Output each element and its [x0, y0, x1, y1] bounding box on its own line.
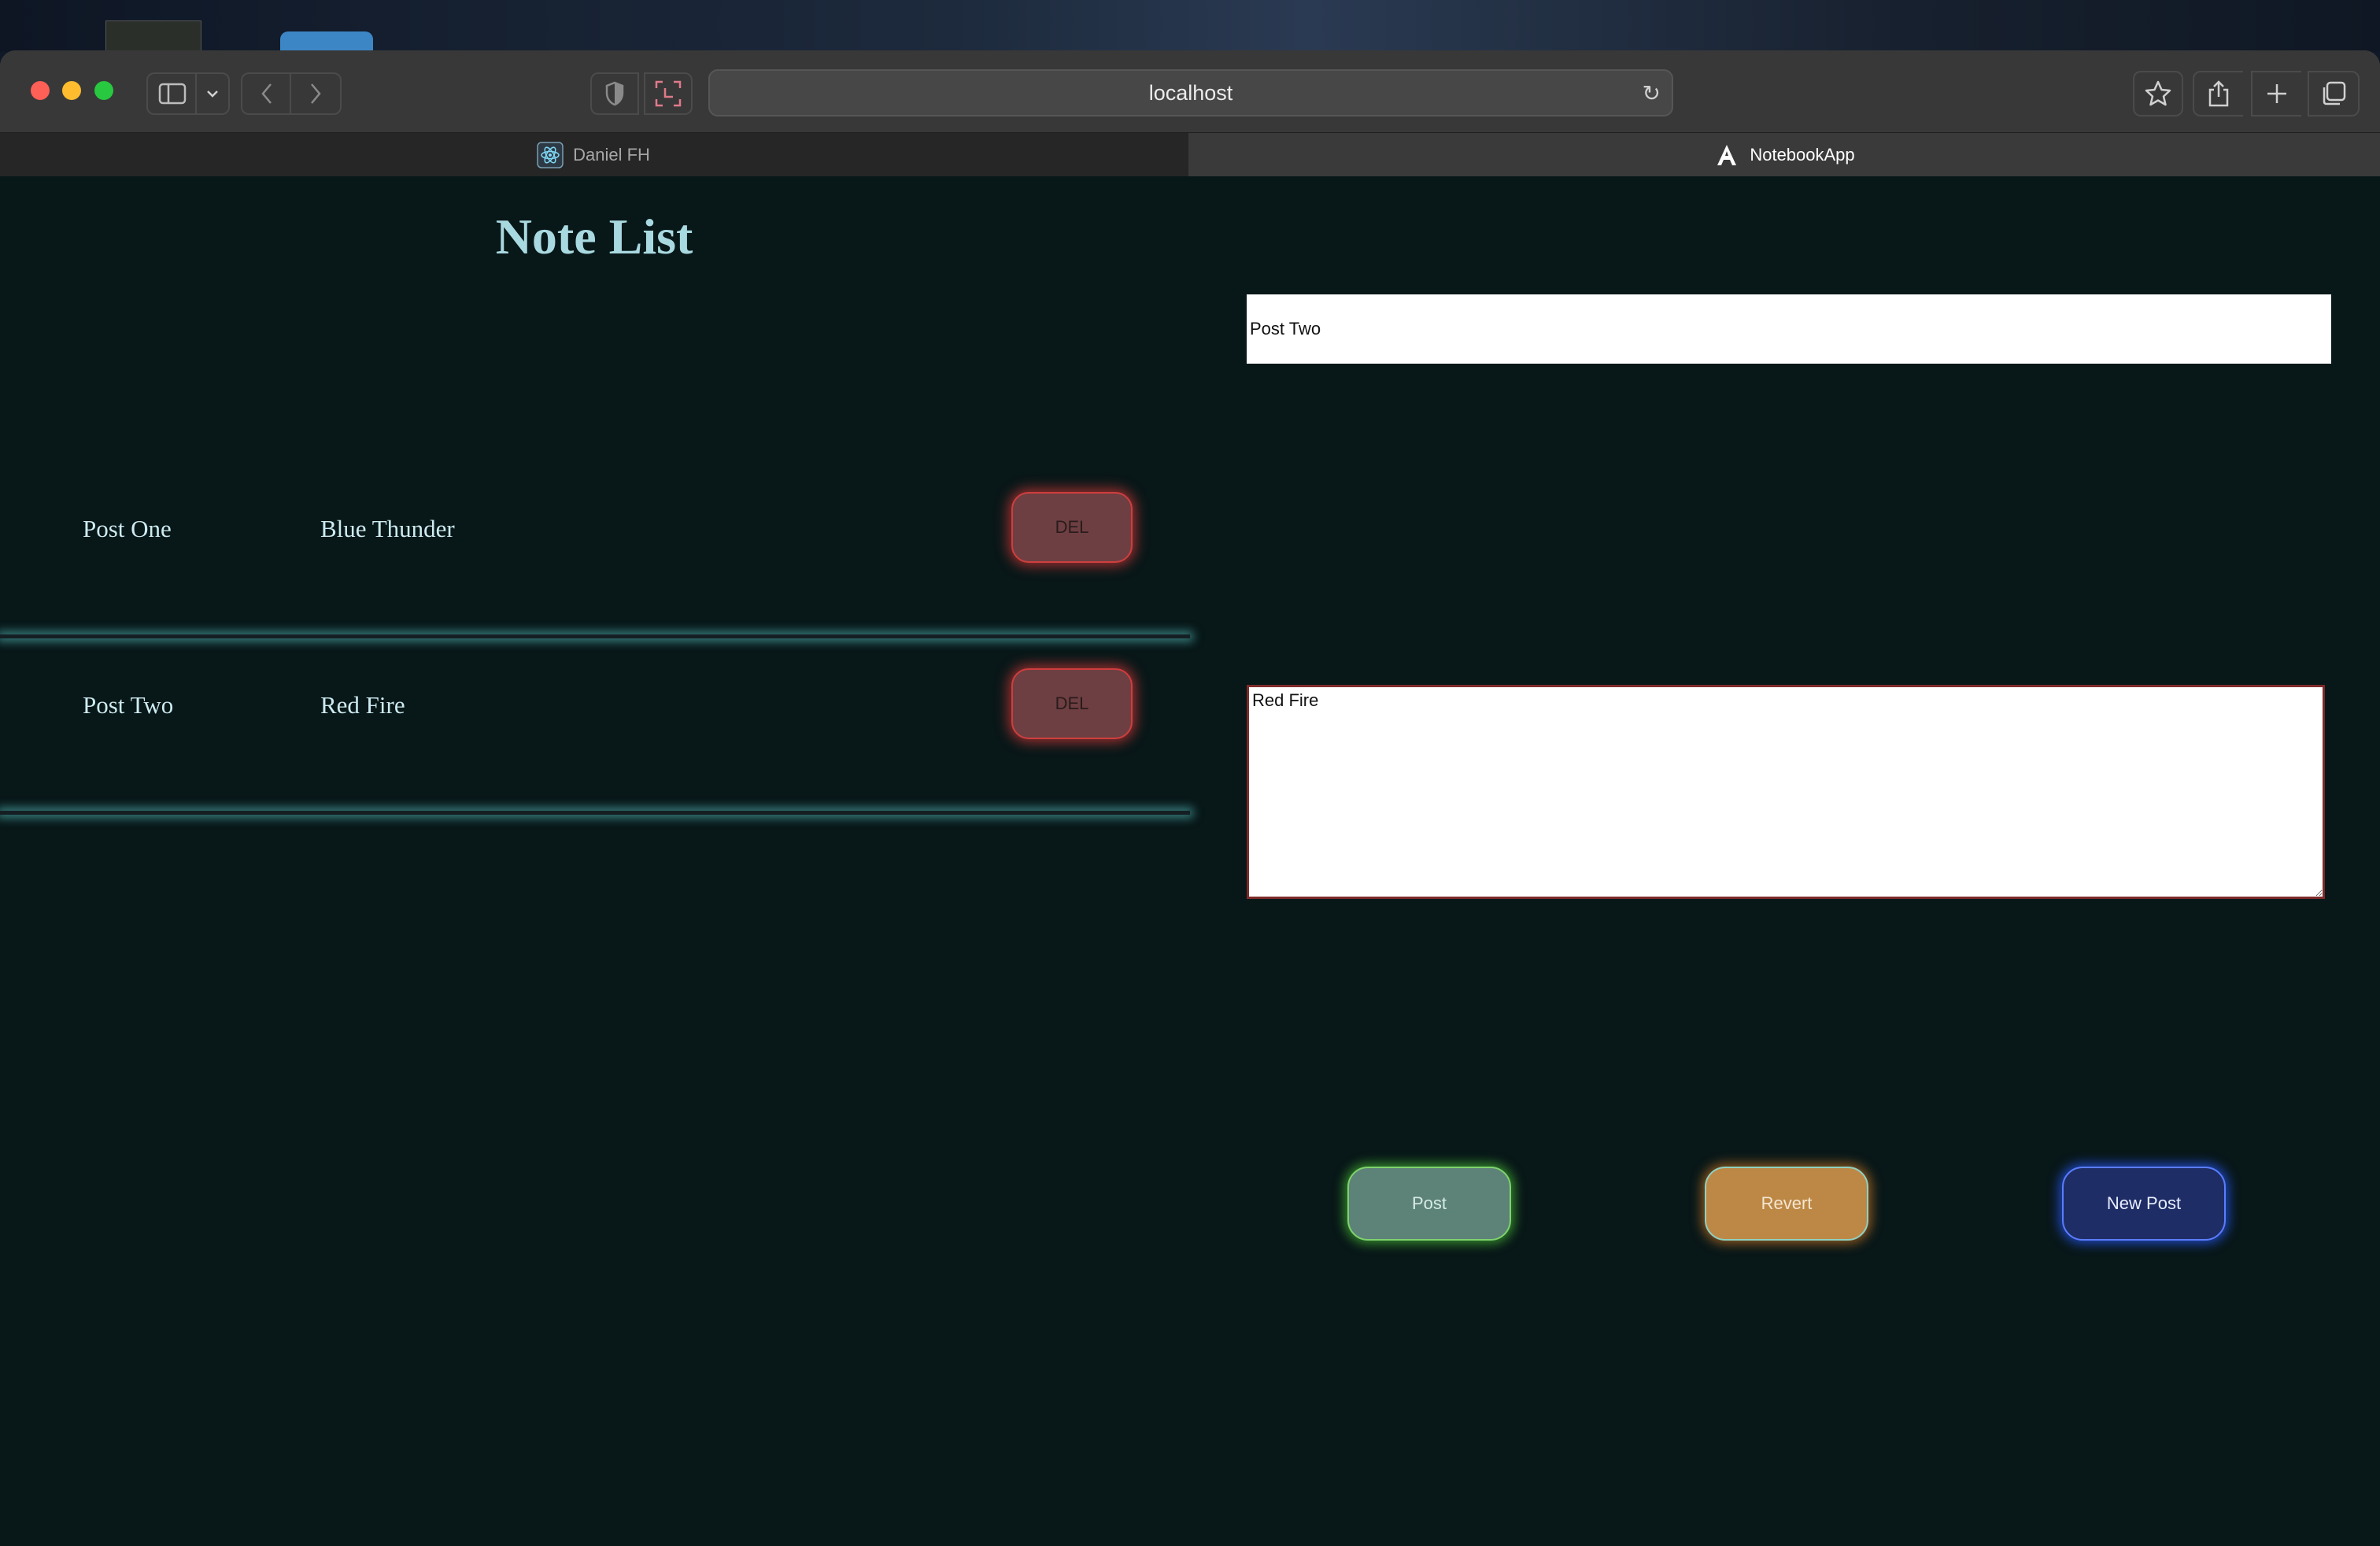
list-item[interactable]: Post One Blue Thunder DEL: [0, 466, 1188, 623]
note-body: Red Fire: [320, 691, 405, 719]
chevron-right-icon: [311, 83, 321, 104]
bookmark-button[interactable]: [2133, 71, 2183, 117]
chevron-left-icon: [261, 83, 272, 104]
delete-button[interactable]: DEL: [1011, 668, 1133, 739]
new-post-button[interactable]: New Post: [2062, 1167, 2226, 1241]
browser-toolbar: localhost ↻: [0, 50, 2380, 132]
share-button[interactable]: [2193, 71, 2243, 117]
note-title-input[interactable]: [1247, 294, 2331, 364]
react-icon: [537, 142, 564, 168]
page-content: Note List Post One Blue Thunder DEL Post…: [0, 176, 2380, 1546]
star-icon: [2145, 80, 2171, 106]
tab-overview-button[interactable]: [2308, 71, 2360, 117]
sidebar-icon: [158, 83, 187, 105]
address-text: localhost: [1148, 80, 1233, 105]
shield-icon: [605, 81, 624, 106]
capture-icon: [655, 80, 682, 107]
plus-icon: [2267, 84, 2286, 103]
new-tab-button[interactable]: [2251, 71, 2301, 117]
folder-icon: [280, 31, 373, 52]
note-title: Post One: [83, 515, 172, 542]
revert-button[interactable]: Revert: [1705, 1167, 1868, 1241]
maximize-window-button[interactable]: [94, 81, 113, 100]
browser-window: localhost ↻ Daniel FH NotebookApp Note L…: [0, 50, 2380, 1546]
row-divider: [0, 634, 1190, 638]
angular-icon: [1713, 142, 1740, 168]
delete-button[interactable]: DEL: [1011, 492, 1133, 563]
tab-daniel-fh[interactable]: Daniel FH: [0, 133, 1187, 177]
tab-bar: Daniel FH NotebookApp: [0, 132, 2380, 178]
tab-notebookapp[interactable]: NotebookApp: [1188, 133, 2380, 177]
sidebar-dropdown-button[interactable]: [195, 72, 230, 115]
chevron-down-icon: [207, 91, 218, 98]
tab-label: Daniel FH: [573, 145, 650, 165]
forward-button[interactable]: [290, 72, 342, 115]
desktop-background: [0, 0, 2380, 54]
note-body: Blue Thunder: [320, 515, 455, 542]
screen-capture-button[interactable]: [644, 72, 693, 115]
post-button[interactable]: Post: [1347, 1167, 1511, 1241]
tabs-icon: [2323, 81, 2346, 105]
sidebar-toggle-button[interactable]: [146, 72, 197, 115]
note-title: Post Two: [83, 691, 174, 719]
reload-icon[interactable]: ↻: [1643, 80, 1661, 106]
address-bar[interactable]: localhost ↻: [708, 69, 1673, 117]
list-item[interactable]: Post Two Red Fire DEL: [0, 642, 1188, 800]
minimize-window-button[interactable]: [62, 81, 81, 100]
privacy-report-button[interactable]: [590, 72, 639, 115]
row-divider: [0, 811, 1190, 815]
note-body-textarea[interactable]: Red Fire: [1247, 685, 2325, 899]
desktop-thumbnail: [105, 20, 201, 54]
back-button[interactable]: [241, 72, 291, 115]
tab-label: NotebookApp: [1750, 145, 1855, 165]
close-window-button[interactable]: [31, 81, 50, 100]
page-title: Note List: [495, 209, 693, 264]
share-icon: [2208, 80, 2229, 107]
